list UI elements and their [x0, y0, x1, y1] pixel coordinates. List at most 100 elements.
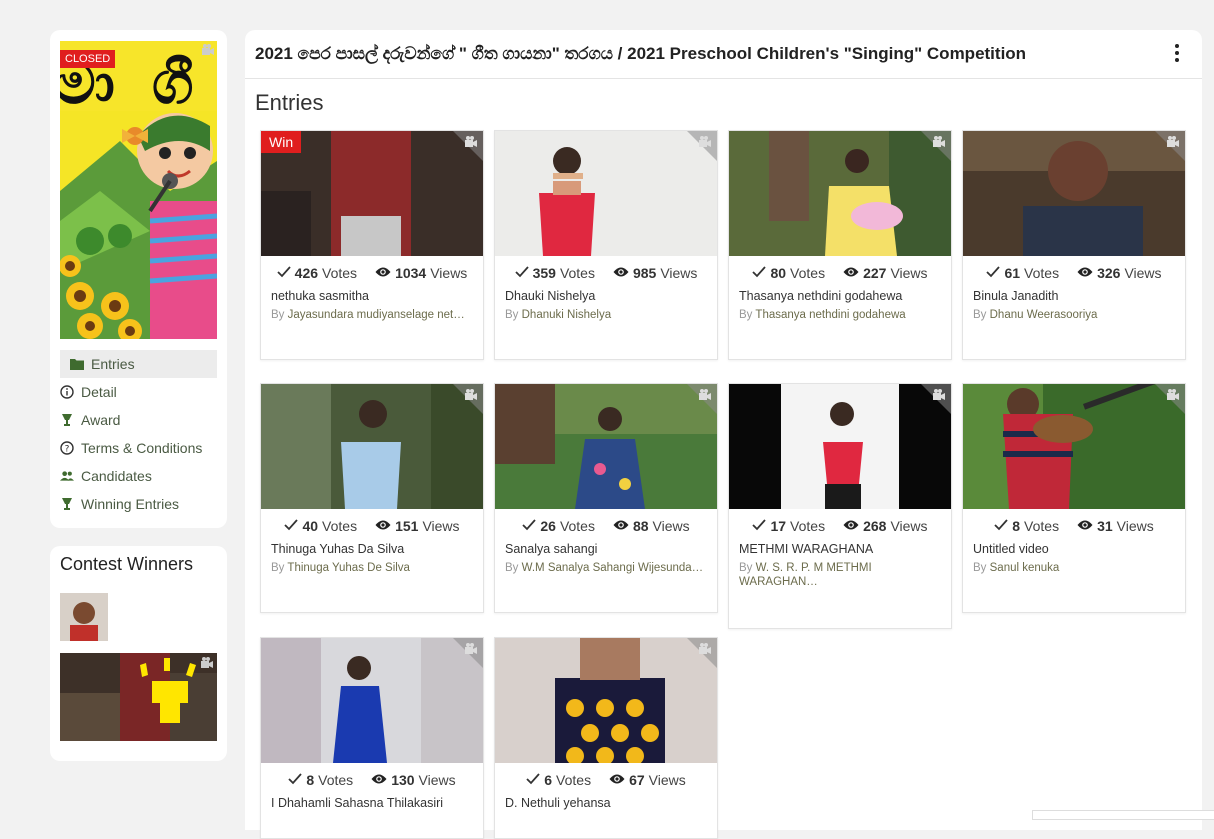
winner-video-thumbnail[interactable]: [60, 653, 217, 741]
votes-stat: 359 Votes: [514, 265, 595, 281]
eye-icon: [609, 772, 625, 788]
entries-heading: Entries: [255, 90, 324, 115]
entry-video-thumbnail[interactable]: [261, 384, 483, 509]
votes-stat: 6 Votes: [526, 772, 591, 788]
contest-winners-card: Contest Winners: [50, 546, 227, 761]
entry-card[interactable]: 17 Votes 268 Views METHMI WARAGHANA By W. S. …: [728, 383, 952, 629]
entry-title[interactable]: METHMI WARAGHANA: [729, 541, 951, 557]
by-label: By: [739, 309, 753, 321]
entry-title[interactable]: Sanalya sahangi: [495, 541, 717, 557]
check-icon: [514, 265, 529, 281]
menu-item-detail[interactable]: Detail: [60, 378, 217, 406]
menu-item-candidates[interactable]: Candidates: [60, 462, 217, 490]
floating-widget[interactable]: [1032, 810, 1214, 820]
closed-badge: CLOSED: [60, 50, 116, 68]
vote-count: 61: [1004, 265, 1021, 281]
entry-author[interactable]: W. S. R. P. M METHMI WARAGHAN…: [739, 562, 872, 588]
votes-stat: 17 Votes: [752, 518, 825, 534]
entry-byline: By Dhanuki Nishelya: [495, 304, 717, 322]
votes-label: Votes: [559, 518, 595, 534]
entry-video-thumbnail[interactable]: [495, 384, 717, 509]
winner-avatar[interactable]: [60, 593, 108, 641]
eye-icon: [843, 265, 859, 281]
entry-card[interactable]: 359 Votes 985 Views Dhauki Nishelya By Dhanuk…: [494, 130, 718, 360]
video-camera-icon: [1166, 135, 1180, 149]
entry-title[interactable]: Thinuga Yuhas Da Silva: [261, 541, 483, 557]
menu-item-terms[interactable]: ? Terms & Conditions: [60, 434, 217, 462]
entry-author[interactable]: Thinuga Yuhas De Silva: [287, 562, 410, 574]
more-options-icon[interactable]: [1174, 44, 1180, 64]
entry-video-thumbnail[interactable]: Win: [261, 131, 483, 256]
entry-title[interactable]: Dhauki Nishelya: [495, 288, 717, 304]
entry-title[interactable]: I Dhahamli Sahasna Thilakasiri: [261, 795, 483, 811]
menu-item-label: Entries: [91, 356, 135, 372]
entry-card[interactable]: 6 Votes 67 Views D. Nethuli yehansa: [494, 637, 718, 839]
entry-card[interactable]: 40 Votes 151 Views Thinuga Yuhas Da Silva By …: [260, 383, 484, 613]
side-menu: Entries Detail Award ? Terms & Condition…: [60, 350, 217, 518]
entry-video-thumbnail[interactable]: [963, 384, 1185, 509]
vote-count: 8: [306, 772, 315, 788]
video-camera-icon: [1166, 388, 1180, 402]
entry-card[interactable]: 80 Votes 227 Views Thasanya nethdini godahew…: [728, 130, 952, 360]
entry-author[interactable]: Jayasundara mudiyanselage net…: [288, 309, 465, 321]
entry-byline: By W.M Sanalya Sahangi Wijesunda…: [495, 557, 717, 575]
entry-title[interactable]: D. Nethuli yehansa: [495, 795, 717, 811]
entry-card[interactable]: Win 426 Votes 1034 Views nethuka sasmitha By J…: [260, 130, 484, 360]
entry-author[interactable]: Thasanya nethdini godahewa: [755, 309, 905, 321]
people-icon: [60, 469, 74, 483]
votes-stat: 80 Votes: [752, 265, 825, 281]
entry-author[interactable]: Dhanu Weerasooriya: [990, 309, 1098, 321]
check-icon: [752, 518, 767, 534]
entry-author[interactable]: W.M Sanalya Sahangi Wijesunda…: [522, 562, 704, 574]
votes-label: Votes: [790, 518, 826, 534]
votes-stat: 61 Votes: [986, 265, 1059, 281]
menu-item-entries[interactable]: Entries: [60, 350, 217, 378]
entry-stats: 17 Votes 268 Views: [729, 509, 951, 543]
entry-video-thumbnail[interactable]: [261, 638, 483, 763]
trophy-icon: [60, 413, 74, 427]
contest-sidebar-card: මා ගී CLOSED Entries Detail Award ? Term…: [50, 30, 227, 528]
trophy-icon: [60, 497, 74, 511]
menu-item-winning-entries[interactable]: Winning Entries: [60, 490, 217, 518]
entry-title[interactable]: nethuka sasmitha: [261, 288, 483, 304]
view-count: 227: [863, 265, 887, 281]
views-stat: 130 Views: [371, 772, 456, 788]
by-label: By: [271, 309, 285, 321]
votes-label: Votes: [559, 265, 595, 281]
by-label: By: [505, 309, 519, 321]
video-camera-icon: [698, 388, 712, 402]
video-camera-icon: [464, 135, 478, 149]
entry-card[interactable]: 8 Votes 31 Views Untitled video By Sanul kenu…: [962, 383, 1186, 613]
vote-count: 80: [770, 265, 787, 281]
entry-video-thumbnail[interactable]: [963, 131, 1185, 256]
vote-count: 6: [544, 772, 553, 788]
entry-card[interactable]: 8 Votes 130 Views I Dhahamli Sahasna Thilaka…: [260, 637, 484, 839]
entry-title[interactable]: Untitled video: [963, 541, 1185, 557]
views-label: Views: [890, 518, 928, 534]
vote-count: 359: [532, 265, 556, 281]
entry-title[interactable]: Binula Janadith: [963, 288, 1185, 304]
entry-card[interactable]: 61 Votes 326 Views Binula Janadith By Dhanu W…: [962, 130, 1186, 360]
entry-stats: 8 Votes 130 Views: [261, 763, 483, 797]
check-icon: [994, 518, 1008, 534]
entry-video-thumbnail[interactable]: [729, 384, 951, 509]
entry-video-thumbnail[interactable]: [495, 131, 717, 256]
views-stat: 31 Views: [1077, 518, 1154, 534]
votes-label: Votes: [1024, 518, 1060, 534]
entry-video-thumbnail[interactable]: [495, 638, 717, 763]
views-stat: 151 Views: [375, 518, 460, 534]
eye-icon: [1077, 518, 1093, 534]
entry-title[interactable]: Thasanya nethdini godahewa: [729, 288, 951, 304]
entry-author[interactable]: Sanul kenuka: [990, 562, 1060, 574]
entry-author[interactable]: Dhanuki Nishelya: [522, 309, 612, 321]
view-count: 67: [629, 772, 645, 788]
menu-item-award[interactable]: Award: [60, 406, 217, 434]
entry-card[interactable]: 26 Votes 88 Views Sanalya sahangi By W.M Sana…: [494, 383, 718, 613]
entry-video-thumbnail[interactable]: [729, 131, 951, 256]
menu-item-label: Detail: [81, 384, 117, 400]
votes-label: Votes: [318, 772, 354, 788]
votes-stat: 8 Votes: [994, 518, 1059, 534]
check-icon: [284, 518, 299, 534]
entry-stats: 80 Votes 227 Views: [729, 256, 951, 290]
check-icon: [277, 265, 291, 281]
